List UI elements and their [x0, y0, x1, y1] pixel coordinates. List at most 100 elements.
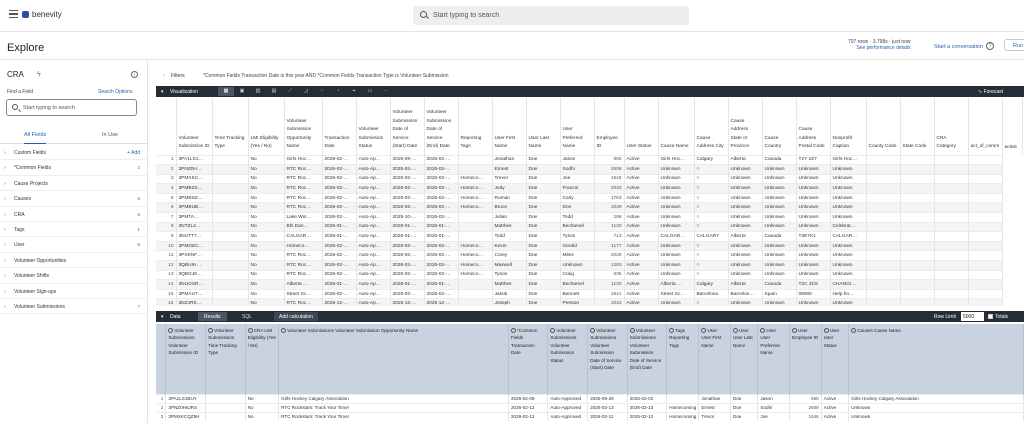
- column-header[interactable]: [156, 324, 167, 394]
- table-row[interactable]: 15 3PMAU7… No Street Sc… 2026-02-… Auto-Ap… 20…: [156, 288, 1022, 299]
- column-header[interactable]: activit: [1002, 98, 1023, 155]
- more-icon[interactable]: ⋯: [378, 87, 394, 96]
- column-header[interactable]: Cause Country: [762, 98, 797, 155]
- field-search[interactable]: [6, 99, 137, 116]
- single-value-viz-icon[interactable]: ▭: [362, 87, 378, 96]
- column-header[interactable]: Volunteer Submissions Volunteer Submissi…: [627, 324, 668, 394]
- gear-icon[interactable]: [629, 328, 635, 334]
- table-row[interactable]: 10 3PMGEC… No Homeco… 2026-02-… Auto-Ap… 2026-…: [156, 240, 1022, 251]
- table-row[interactable]: 3 3PMXKCQZ5H No RTC Rockstars: Track Your T…: [156, 411, 1024, 421]
- tab-in-use[interactable]: In Use: [102, 132, 118, 138]
- column-header[interactable]: Volunteer Submission ID: [176, 98, 213, 155]
- table-row[interactable]: 12 3QBUIH… No RTC Roc… 2026-02-… Auto-Ap… 2026…: [156, 260, 1022, 271]
- column-header[interactable]: Cause Address State or Province: [728, 98, 763, 155]
- column-header[interactable]: CRA Category: [934, 98, 969, 155]
- column-header[interactable]: Reporting Tags: [458, 98, 493, 155]
- chevron-down-icon[interactable]: ▾: [161, 89, 164, 95]
- menu-icon[interactable]: [9, 10, 18, 19]
- filters-section[interactable]: › Filters *Common Fields Transaction Dat…: [156, 70, 1024, 82]
- field-search-input[interactable]: [23, 102, 133, 113]
- bar-viz-icon[interactable]: ▤: [266, 87, 282, 96]
- column-header[interactable]: Volunteer Submission Date of Service (St…: [390, 98, 425, 155]
- help-icon[interactable]: ?: [986, 42, 994, 50]
- column-header[interactable]: User User Status: [821, 324, 850, 394]
- field-group[interactable]: › Volunteer Opportunities: [0, 253, 148, 269]
- field-group[interactable]: › Causes 6: [0, 191, 148, 207]
- line-viz-icon[interactable]: ⟋: [282, 87, 298, 96]
- add-calculation-button[interactable]: Add calculation: [274, 312, 318, 321]
- app-logo[interactable]: benevity: [22, 10, 62, 19]
- field-group[interactable]: › Volunteer Sign-ups: [0, 284, 148, 299]
- column-header[interactable]: User User Preferred Name: [757, 324, 791, 394]
- column-header[interactable]: User Preferred Name: [560, 98, 595, 155]
- gear-icon[interactable]: [550, 328, 556, 334]
- totals-toggle[interactable]: Totals: [988, 314, 1008, 320]
- column-header[interactable]: User User Last Name: [730, 324, 759, 394]
- field-group[interactable]: › Volunteer Submissions 7: [0, 299, 148, 315]
- column-header[interactable]: Volunteer Submissions Time Tracking Type: [205, 324, 246, 394]
- table-row[interactable]: 7 3PMTA… No Lake Win… 2026-02-… Auto-Ap… 2025-…: [156, 212, 1022, 223]
- table-row[interactable]: 3 3PMXKC… No RTC Roc… 2026-02-… Auto-Ap… 2026-…: [156, 173, 1022, 184]
- field-group[interactable]: › *Common Fields 2: [0, 160, 148, 176]
- totals-checkbox[interactable]: [988, 314, 993, 320]
- column-header[interactable]: Time Tracking Type: [212, 98, 249, 155]
- chevron-right-icon[interactable]: ›: [163, 73, 165, 79]
- gear-icon[interactable]: [168, 328, 174, 334]
- gear-icon[interactable]: [701, 328, 707, 334]
- column-header[interactable]: Volunteer Submission Date of Service (En…: [424, 98, 459, 155]
- run-button[interactable]: Run: [1004, 39, 1024, 51]
- column-header[interactable]: Volunteer Submissions Volunteer Submissi…: [547, 324, 589, 394]
- gear-icon[interactable]: [823, 328, 829, 334]
- column-header[interactable]: User User First Name: [698, 324, 731, 394]
- column-header[interactable]: Cause Address Postal Code: [796, 98, 831, 155]
- grid-viz-icon[interactable]: ▣: [234, 87, 250, 96]
- field-group[interactable]: › Custom Fields + Add: [0, 145, 148, 161]
- column-header[interactable]: Causes Cause Name: [848, 324, 1024, 394]
- column-header[interactable]: Volunteer Submissions Volunteer Submissi…: [165, 324, 207, 394]
- gear-icon[interactable]: [760, 328, 766, 334]
- search-options-link[interactable]: Search Options: [98, 89, 132, 95]
- info-icon[interactable]: i: [131, 71, 138, 78]
- column-header[interactable]: County Code: [866, 98, 901, 155]
- scatter-viz-icon[interactable]: ⁘: [314, 87, 330, 96]
- column-header[interactable]: Employee ID: [594, 98, 625, 155]
- table-viz-icon[interactable]: ▦: [218, 87, 234, 96]
- tab-all-fields[interactable]: All Fields: [24, 132, 47, 144]
- column-header[interactable]: Nonprofit Caption: [830, 98, 867, 155]
- table-row[interactable]: 11 3PXKNF… No RTC Roc… 2026-02-… Auto-Ap… 2026…: [156, 250, 1022, 261]
- column-header[interactable]: *Common Fields Transaction Date: [508, 324, 549, 394]
- gear-icon[interactable]: [590, 328, 596, 334]
- gear-icon[interactable]: [208, 328, 214, 334]
- column-header[interactable]: Transaction Date: [322, 98, 357, 155]
- add-custom-field-link[interactable]: + Add: [127, 150, 140, 156]
- tab-results[interactable]: Results: [198, 312, 227, 321]
- gear-icon[interactable]: [669, 328, 675, 334]
- forecast-button[interactable]: ∿ Forecast: [978, 89, 1003, 95]
- field-group[interactable]: › User 6: [0, 237, 148, 253]
- start-conversation-link[interactable]: Start a conversation: [934, 44, 983, 50]
- gear-icon[interactable]: [851, 328, 857, 334]
- column-header[interactable]: User Employee ID: [789, 324, 822, 394]
- field-group[interactable]: › Cause Projects: [0, 176, 148, 192]
- global-search-input[interactable]: [433, 8, 683, 23]
- field-group[interactable]: › Tags 1: [0, 222, 148, 238]
- table-row[interactable]: 14 3NUOSR… No Alberta … 2026-01-… Auto-Ap… 202…: [156, 279, 1022, 290]
- gear-icon[interactable]: [281, 328, 287, 334]
- column-header[interactable]: LMI Eligibility (Yes / No): [248, 98, 285, 155]
- column-header[interactable]: act_of_comm: [968, 98, 1003, 155]
- gear-icon[interactable]: [792, 328, 798, 334]
- column-header[interactable]: Volunteer Submission Status: [356, 98, 391, 155]
- column-header[interactable]: User Status: [624, 98, 659, 155]
- gear-icon[interactable]: [247, 328, 253, 334]
- column-header[interactable]: State Code: [900, 98, 935, 155]
- column-header[interactable]: Cause Name: [658, 98, 695, 155]
- map-viz-icon[interactable]: ⌖: [346, 87, 362, 96]
- column-viz-icon[interactable]: ▥: [250, 87, 266, 96]
- gear-icon[interactable]: [732, 328, 738, 334]
- column-header[interactable]: Cause Address City: [694, 98, 729, 155]
- performance-link[interactable]: See performance details: [848, 45, 910, 51]
- table-row[interactable]: 4 3PMBZS… No RTC Roc… 2026-02-… Auto-Ap… 2026-…: [156, 183, 1022, 194]
- column-header[interactable]: [156, 98, 177, 155]
- area-viz-icon[interactable]: ◿: [298, 87, 314, 96]
- column-header[interactable]: User First Name: [492, 98, 527, 155]
